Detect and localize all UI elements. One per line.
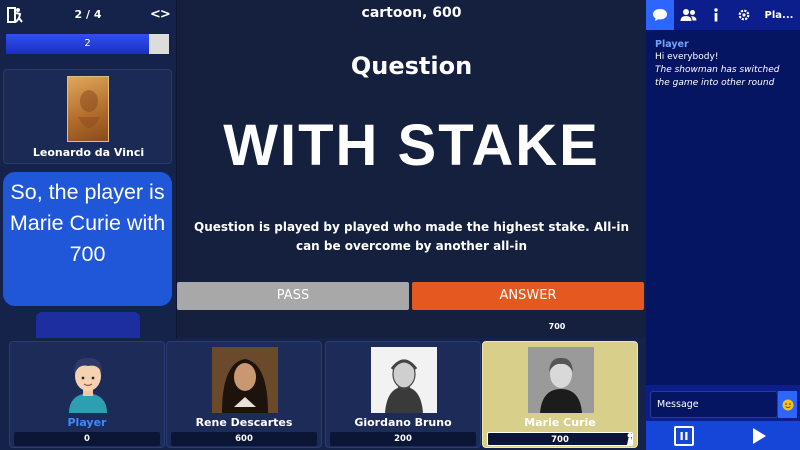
- player-card[interactable]: Rene Descartes 600: [166, 341, 322, 448]
- round-counter: 2 / 4: [74, 8, 102, 21]
- player-name: Giordano Bruno: [354, 416, 452, 429]
- player-score: 200: [330, 432, 476, 446]
- theme-title: cartoon, 600: [361, 5, 462, 21]
- chat-message: Hi everybody!: [655, 52, 719, 62]
- game-stage: cartoon, 600 Question WITH STAKE Questio…: [177, 0, 646, 338]
- chat-messages: Player Hi everybody! The showman has swi…: [646, 30, 800, 385]
- chat-sender: Player: [655, 39, 689, 50]
- pause-icon[interactable]: [674, 426, 694, 446]
- player-score: 700: [487, 432, 633, 446]
- player-score: 0: [14, 432, 160, 446]
- showman-portrait: [67, 76, 109, 142]
- pawn-icon: [625, 431, 635, 445]
- top-bar: 2 / 4 <>: [0, 0, 176, 30]
- message-input[interactable]: Message: [650, 391, 778, 418]
- player-card[interactable]: Giordano Bruno 200: [325, 341, 481, 448]
- chat-panel: Pla... Player Hi everybody! The showman …: [646, 0, 800, 450]
- player-avatar: [212, 347, 278, 413]
- showman-card: Leonardo da Vinci: [3, 69, 172, 164]
- players-icon[interactable]: [674, 0, 702, 30]
- emoji-icon[interactable]: [778, 391, 797, 418]
- chat-tabs: Pla...: [646, 0, 800, 30]
- players-row: Player 0 Rene Descartes 600 Giordano Bru…: [0, 338, 646, 450]
- player-name: Player: [67, 416, 107, 429]
- player-avatar: [55, 347, 121, 413]
- tab-players-list[interactable]: Pla...: [761, 0, 797, 30]
- question-label: Question: [350, 52, 473, 80]
- question-type: WITH STAKE: [223, 113, 600, 178]
- timer-value: 2: [84, 38, 91, 49]
- game-controls-bar: [646, 421, 800, 450]
- speech-bubble: So, the player is Marie Curie with 700: [3, 172, 172, 306]
- chat-icon[interactable]: [646, 0, 674, 30]
- player-card[interactable]: Player 0: [9, 341, 165, 448]
- round-nav-arrows[interactable]: <>: [150, 0, 171, 30]
- player-avatar: [371, 347, 437, 413]
- player-avatar: [528, 347, 594, 413]
- player-card-active[interactable]: Marie Curie 700: [482, 341, 638, 448]
- player-name: Rene Descartes: [195, 416, 293, 429]
- answer-button[interactable]: ANSWER: [412, 282, 644, 310]
- play-icon[interactable]: [753, 428, 766, 444]
- player-name: Marie Curie: [524, 416, 596, 429]
- showman-name: Leonardo da Vinci: [32, 146, 145, 159]
- settings-icon[interactable]: [730, 0, 758, 30]
- chat-system-message: The showman has switched the game into o…: [655, 65, 780, 88]
- timer-bar: 2: [6, 34, 169, 54]
- question-description: Question is played by played who made th…: [194, 220, 629, 253]
- player-score: 600: [171, 432, 317, 446]
- info-icon[interactable]: [702, 0, 730, 30]
- stake-value: 700: [548, 322, 566, 331]
- pass-button[interactable]: PASS: [177, 282, 409, 310]
- exit-icon[interactable]: [6, 6, 24, 24]
